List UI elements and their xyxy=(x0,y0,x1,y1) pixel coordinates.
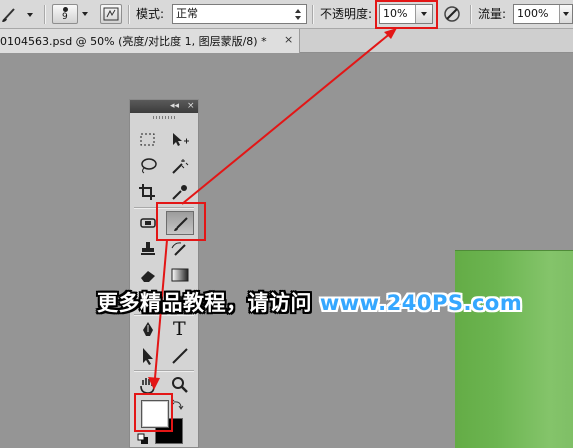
separator xyxy=(312,5,314,24)
brush-preset-dropdown[interactable] xyxy=(79,4,91,24)
close-icon[interactable]: × xyxy=(187,100,195,113)
chevron-down-icon xyxy=(563,12,569,16)
magic-wand-icon xyxy=(172,159,189,174)
separator xyxy=(44,5,46,24)
divider xyxy=(134,370,194,372)
pressure-opacity-button[interactable] xyxy=(441,4,463,24)
flow-input[interactable]: 100% xyxy=(513,4,573,24)
pen-icon xyxy=(143,322,153,336)
magic-wand-tool[interactable] xyxy=(166,154,194,178)
brush-panel-toggle[interactable] xyxy=(100,4,122,24)
flow-value: 100% xyxy=(517,7,549,20)
foreground-color-highlight-box xyxy=(134,393,173,432)
flow-label: 流量: xyxy=(478,7,507,21)
swap-colors-icon[interactable] xyxy=(172,399,184,411)
panel-grip[interactable] xyxy=(153,116,175,119)
document-title: 0104563.psd @ 50% (亮度/对比度 1, 图层蒙版/8) * xyxy=(0,35,267,48)
line-tool[interactable] xyxy=(166,344,194,368)
eraser-icon xyxy=(141,271,155,282)
gradient-icon xyxy=(171,268,189,282)
move-icon xyxy=(173,133,189,146)
opacity-label: 不透明度: xyxy=(320,7,373,21)
mode-label: 模式: xyxy=(136,7,165,21)
watermark-url: www.240PS.com xyxy=(319,291,523,315)
separator xyxy=(470,5,472,24)
pressure-opacity-icon xyxy=(444,6,460,22)
pen-tool[interactable] xyxy=(134,318,162,342)
lasso-tool[interactable] xyxy=(134,154,162,178)
brush-panel-icon xyxy=(103,7,119,21)
move-tool[interactable] xyxy=(166,128,194,152)
brush-tool-highlight-box xyxy=(156,202,206,241)
watermark-chinese: 更多精品教程，请访问 xyxy=(97,291,312,315)
eyedropper-icon xyxy=(172,185,187,200)
lasso-icon xyxy=(141,158,157,174)
type-tool[interactable]: T xyxy=(166,318,194,342)
brush-icon xyxy=(2,8,33,22)
collapse-icon[interactable]: ◂◂ xyxy=(170,100,179,113)
arrow-pointer-icon xyxy=(143,348,153,365)
chevron-down-icon xyxy=(82,12,88,16)
hand-icon xyxy=(140,378,155,394)
marquee-icon xyxy=(140,133,155,146)
path-selection-tool[interactable] xyxy=(134,344,162,368)
gradient-tool[interactable] xyxy=(166,263,194,287)
line-icon xyxy=(172,348,188,364)
type-icon: T xyxy=(173,318,186,340)
updown-arrows-icon xyxy=(295,9,301,20)
brush-size-value: 9 xyxy=(62,12,68,22)
eraser-tool[interactable] xyxy=(134,263,162,287)
tool-preset-picker[interactable] xyxy=(0,4,40,24)
document-canvas[interactable] xyxy=(455,250,573,448)
opacity-highlight-box xyxy=(375,0,438,29)
document-tab[interactable]: 0104563.psd @ 50% (亮度/对比度 1, 图层蒙版/8) * xyxy=(0,29,300,53)
tools-panel-header[interactable]: ◂◂ × xyxy=(130,100,198,113)
close-icon[interactable]: × xyxy=(284,33,293,46)
default-colors-icon[interactable] xyxy=(137,433,149,445)
magnifier-icon xyxy=(172,377,188,393)
arrow-to-opacity xyxy=(181,31,393,205)
watermark: 更多精品教程，请访问 www.240PS.com xyxy=(97,288,522,318)
separator xyxy=(128,5,130,24)
crop-tool[interactable] xyxy=(134,180,162,204)
bandage-icon xyxy=(140,218,156,228)
flow-dropdown-button[interactable] xyxy=(559,5,572,23)
mode-select[interactable]: 正常 xyxy=(172,4,307,24)
options-bar: 9 模式: 正常 不透明度: 10% 流量: 100% xyxy=(0,0,573,29)
marquee-tool[interactable] xyxy=(134,128,162,152)
document-tab-bar: 0104563.psd @ 50% (亮度/对比度 1, 图层蒙版/8) * × xyxy=(0,29,573,53)
history-brush-icon xyxy=(171,242,186,256)
brush-preset-button[interactable]: 9 xyxy=(52,4,78,24)
stamp-icon xyxy=(141,242,155,255)
mode-value: 正常 xyxy=(176,7,198,20)
eyedropper-tool[interactable] xyxy=(166,180,194,204)
crop-icon xyxy=(139,184,155,200)
